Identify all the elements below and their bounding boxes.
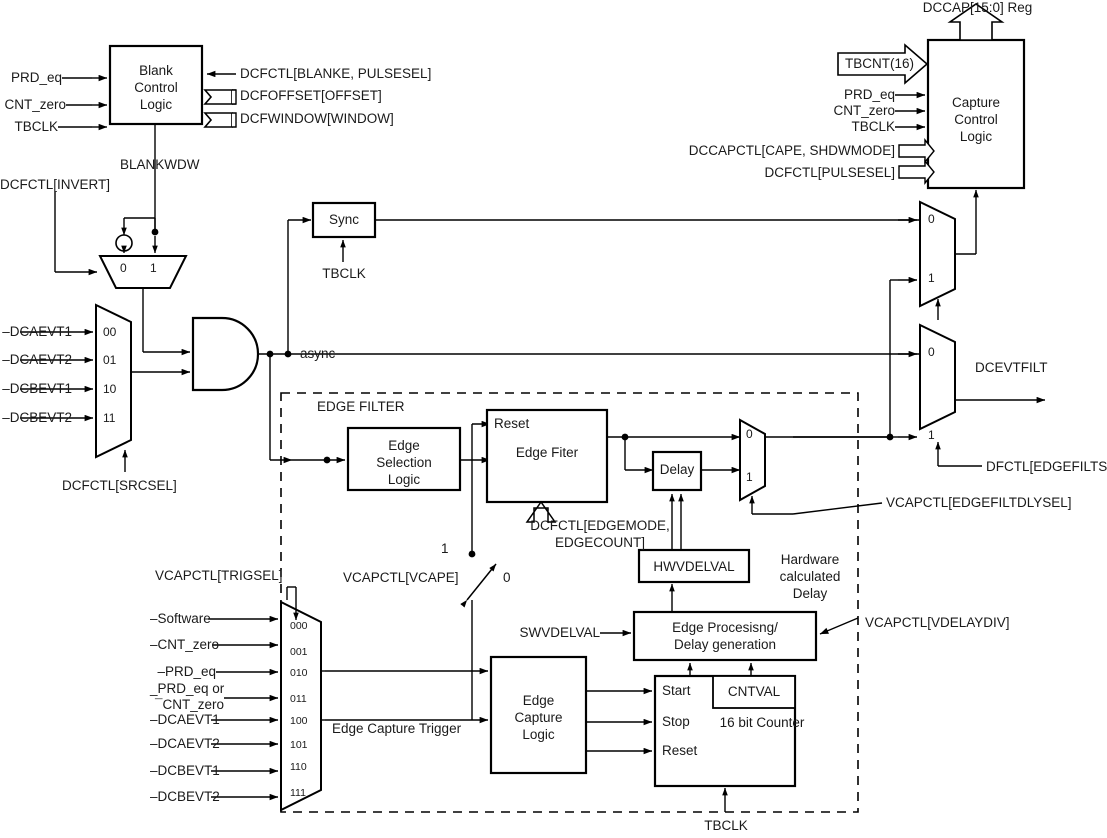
blankwdw-label: BLANKWDW — [120, 157, 200, 172]
dcfwindow-bus-arrow — [203, 112, 233, 128]
out-mux-bottom-code-0: 0 — [928, 345, 935, 359]
capture-cnt-zero-label: CNT_zero — [833, 103, 895, 118]
dcfoffset-label: DCFOFFSET[OFFSET] — [240, 88, 382, 103]
trig-mux-input-4-label: –DCAEVT1 — [150, 712, 220, 727]
counter-label: 16 bit Counter — [719, 715, 805, 730]
dcfctl-pulsesel-label: DCFCTL[PULSESEL] — [764, 165, 895, 180]
invert-mux-code-1: 1 — [150, 261, 157, 275]
cnt-zero-label: CNT_zero — [4, 97, 66, 112]
dcfwindow-label: DCFWINDOW[WINDOW] — [240, 111, 394, 126]
diagram-canvas: Blank Control Logic PRD_eq CNT_zero TBCL… — [0, 0, 1107, 838]
edge-delay-mux-code-0: 0 — [746, 427, 753, 441]
trig-mux-input-3-label: _PRD_eq or ¯CNT_zero — [150, 681, 225, 712]
sync-block-label: Sync — [328, 212, 359, 227]
vcapctl-trigsel-label: VCAPCTL[TRIGSEL] — [155, 568, 283, 583]
blank-control-logic-label: Blank Control Logic — [134, 63, 178, 112]
tbcnt-bus-label: TBCNT(16) — [845, 56, 915, 71]
hwvdelval-label: HWVDELVAL — [653, 559, 735, 574]
trig-mux-code-1: 001 — [290, 646, 308, 658]
out-mux-top-code-0: 0 — [928, 212, 935, 226]
src-mux-input-2-label: –DCBEVT1 — [2, 381, 72, 396]
trig-mux-input-7-label: –DCBEVT2 — [150, 789, 220, 804]
delay-block-label: Delay — [659, 462, 695, 477]
edge-filter-block-label: Edge Fiter — [515, 445, 579, 460]
out-mux-top-code-1: 1 — [928, 271, 935, 285]
dcfoffset-bus-arrow — [203, 89, 233, 105]
capture-prd-eq-label: PRD_eq — [843, 87, 895, 102]
trig-mux-input-6-label: –DCBEVT1 — [150, 763, 220, 778]
edge-selection-logic-label: Edge Selection Logic — [376, 438, 432, 487]
tbclk-sync-label: TBCLK — [322, 266, 366, 281]
trig-mux-code-5: 101 — [290, 739, 308, 751]
counter-reset-label: Reset — [662, 743, 698, 758]
src-mux-code-3: 11 — [103, 411, 116, 425]
trig-mux-code-7: 111 — [290, 787, 306, 799]
trig-mux-input-1-label: –CNT_zero — [150, 637, 220, 652]
async-label: async — [300, 346, 336, 361]
edge-delay-mux-code-1: 1 — [746, 470, 753, 484]
capture-control-logic-label: Capture Control Logic — [951, 95, 1001, 144]
dcfctl-invert-label: DCFCTL[INVERT] — [0, 177, 111, 192]
and-gate-shape — [191, 316, 260, 392]
vcapctl-vdelaydiv-label: VCAPCTL[VDELAYDIV] — [865, 615, 1010, 630]
src-mux-code-1: 01 — [103, 353, 117, 367]
edge-processing-label: Edge Procesisng/ Delay generation — [672, 620, 778, 652]
dccapctl-cape-shdwmode-label: DCCAPCTL[CAPE, SHDWMODE] — [688, 143, 895, 158]
cntval-label: CNTVAL — [727, 684, 781, 699]
capture-tbclk-label: TBCLK — [851, 119, 895, 134]
dcfctl-srcsel-label: DCFCTL[SRCSEL] — [62, 478, 177, 493]
vcape-switch-pos-on-label: 1 — [441, 541, 449, 556]
vcapctl-edgefiltdlysel-label: VCAPCTL[EDGEFILTDLYSEL] — [886, 495, 1072, 510]
inverter-bubble — [115, 234, 133, 252]
edge-filter-reset-pin-label: Reset — [494, 416, 530, 431]
counter-stop-label: Stop — [662, 714, 690, 729]
trig-mux-code-4: 100 — [290, 715, 308, 727]
out-mux-bottom-code-1: 1 — [928, 428, 935, 442]
counter-start-label: Start — [662, 683, 691, 698]
trig-mux-input-2-label: –PRD_eq — [157, 664, 216, 679]
trig-mux-code-0: 000 — [290, 620, 308, 632]
trig-mux-code-2: 010 — [290, 667, 308, 679]
edge-capture-logic-label: Edge Capture Logic — [514, 693, 563, 742]
vcapctl-vcape-label: VCAPCTL[VCAPE] — [343, 570, 459, 585]
src-mux-input-3-label: –DCBEVT2 — [2, 410, 72, 425]
src-mux-code-2: 10 — [103, 382, 117, 396]
trig-mux-code-6: 110 — [290, 761, 307, 773]
dcfctl-edgemode-edgecount-label: DCFCTL[EDGEMODE, EDGECOUNT] — [530, 518, 670, 550]
vcape-switch-arm — [460, 563, 497, 608]
tbclk-label: TBCLK — [14, 119, 58, 134]
hardware-calculated-delay-label: Hardware calculated Delay — [779, 552, 841, 601]
prd-eq-label: PRD_eq — [10, 70, 62, 85]
dcfctl-blanke-pulsesel-label: DCFCTL[BLANKE, PULSESEL] — [240, 66, 432, 81]
swvdelval-label: SWVDELVAL — [519, 625, 600, 640]
invert-mux-code-0: 0 — [120, 261, 127, 275]
trig-mux-code-3: 011 — [290, 693, 307, 705]
trig-mux-input-0-label: –Software — [150, 611, 211, 626]
src-mux-input-0-label: –DCAEVT1 — [2, 324, 72, 339]
tbclk-counter-label: TBCLK — [704, 818, 748, 833]
dcevtfilt-label: DCEVTFILT — [975, 360, 1048, 375]
src-mux-input-1-label: –DCAEVT2 — [2, 352, 72, 367]
vcape-switch-pos-off-label: 0 — [503, 570, 511, 585]
edge-filter-group-label: EDGE FILTER — [317, 399, 405, 414]
dccap-output-label: DCCAP[15:0] Reg — [922, 0, 1033, 15]
trig-mux-input-5-label: –DCAEVT2 — [150, 736, 220, 751]
src-mux-code-0: 00 — [103, 325, 117, 339]
dfctl-edgefiltsel-label: DFCTL[EDGEFILTSEL] — [986, 459, 1107, 474]
edge-capture-trigger-label: Edge Capture Trigger — [332, 721, 462, 736]
